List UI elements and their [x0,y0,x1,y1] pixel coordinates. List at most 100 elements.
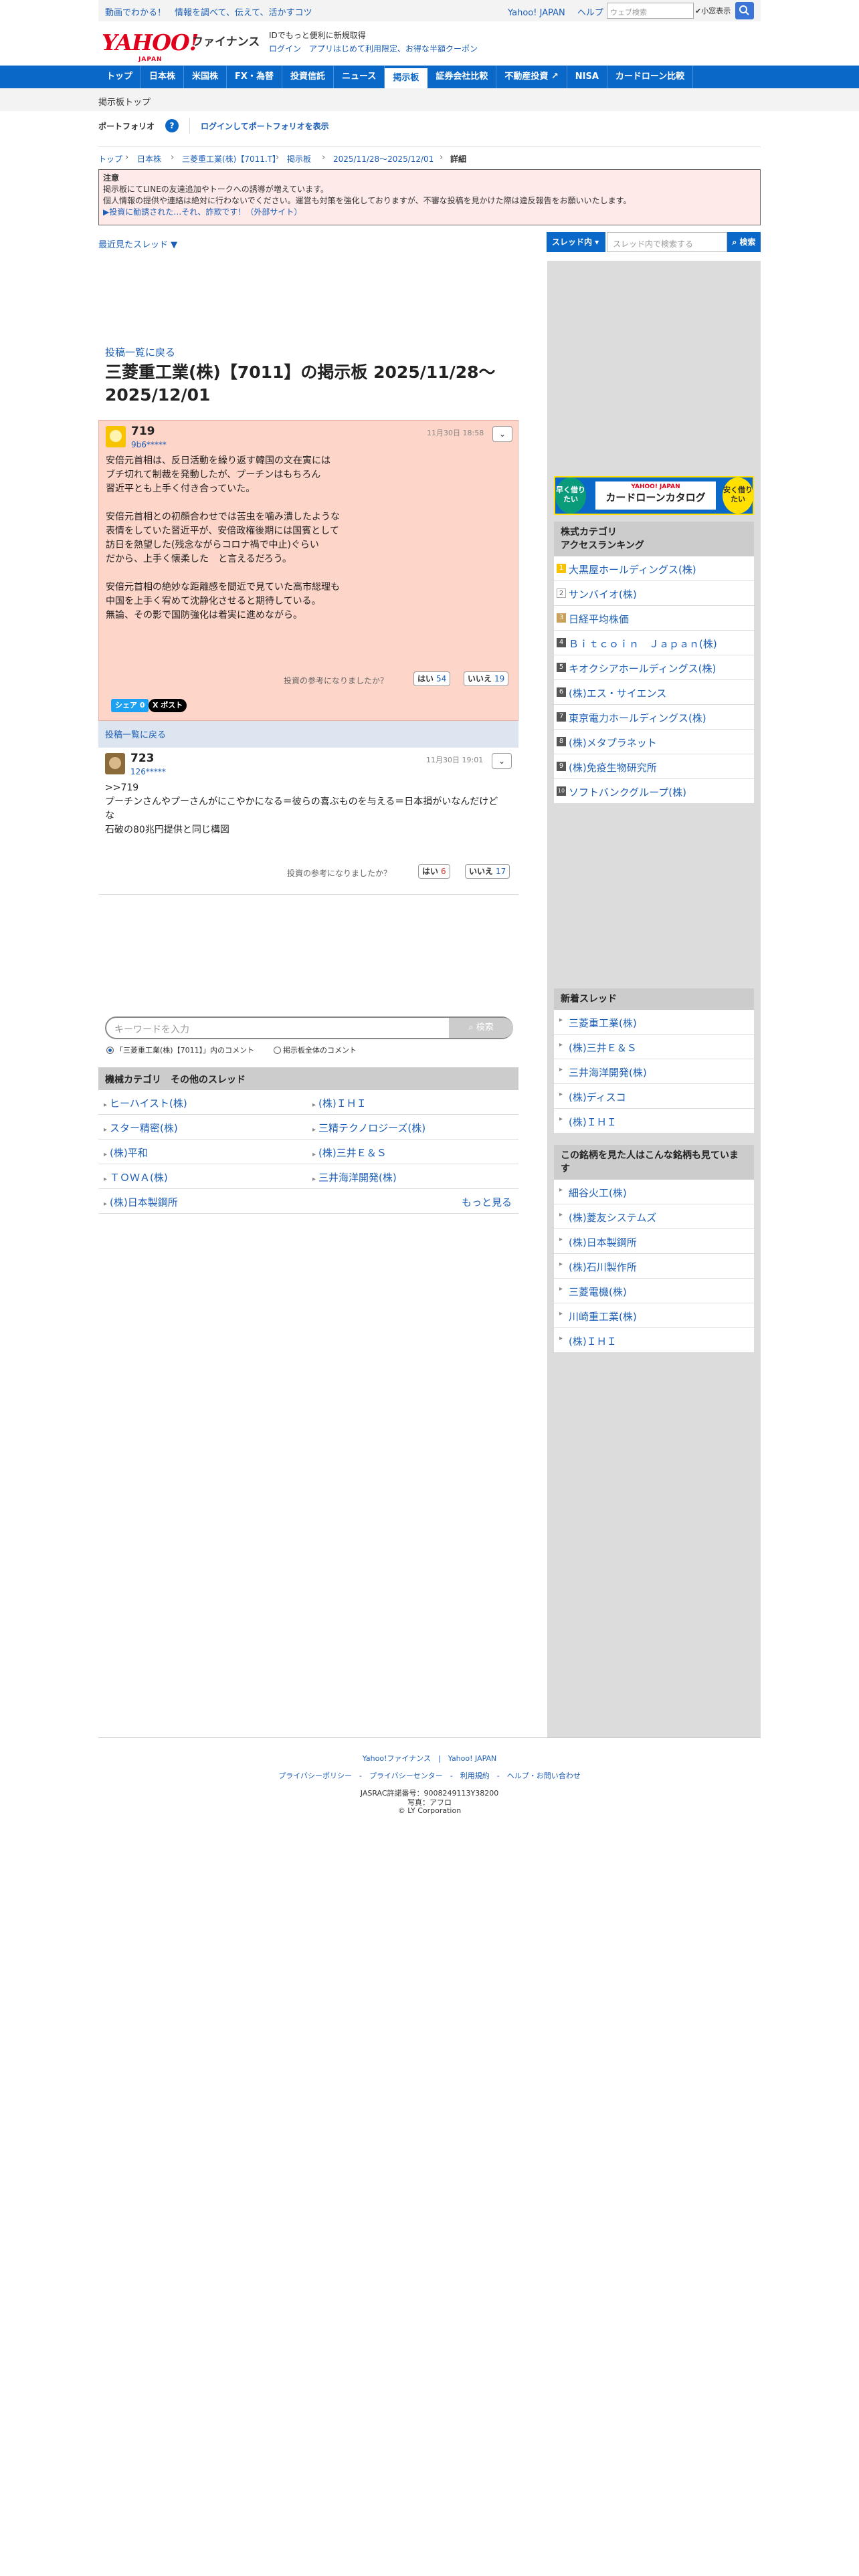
nav-item-nisa[interactable]: NISA [567,66,607,88]
thread-link[interactable]: ▸ (株)三井Ｅ＆Ｓ [554,1035,754,1059]
search-scope-select[interactable]: スレッド内 ▾ [547,232,605,252]
thread-link[interactable]: (株)三井Ｅ＆Ｓ [312,1146,387,1160]
arrow-right-icon: ▸ [559,1285,563,1293]
comment-user[interactable]: 126***** [130,765,166,779]
ranking-item[interactable]: 4 Ｂｉｔｃｏｉｎ Ｊａｐａｎ(株) [554,631,754,655]
radio-in-stock[interactable]: 「三菱重工業(株)【7011】」内のコメント [106,1045,254,1055]
nav-item-us-stocks[interactable]: 米国株 [184,66,227,88]
thread-link[interactable]: ▸ (株)ディスコ [554,1084,754,1109]
arrow-right-icon: ▸ [559,1186,563,1194]
site-footer: Yahoo!ファイナンス | Yahoo! JAPAN プライバシーポリシー -… [98,1737,761,1824]
stock-link[interactable]: ▸ (株)菱友システムズ [554,1204,754,1229]
ranking-item[interactable]: 9 (株)免疫生物研究所 [554,754,754,779]
stock-link[interactable]: ▸ 細谷火工(株) [554,1180,754,1204]
web-search-input[interactable]: ウェブ検索 [607,3,694,19]
ranking-item[interactable]: 7 東京電力ホールディングス(株) [554,705,754,730]
comment-body: 安倍元首相は、反日活動を繰り返す韓国の文在寅には ブチ切れて制裁を発動したが、プ… [106,455,340,621]
comment-number[interactable]: 719 [131,425,155,439]
cardloan-banner[interactable]: 早く借りたい YAHOO! JAPAN カードローンカタログ 安く借りたい [554,476,754,515]
ranking-item[interactable]: 10 ソフトバンクグループ(株) [554,779,754,804]
recent-threads-dropdown[interactable]: 最近見たスレッド ▼ [98,237,177,250]
nav-item-jp-stocks[interactable]: 日本株 [141,66,185,88]
facebook-share-button[interactable]: シェア 0 [111,699,149,712]
chevron-down-icon[interactable]: ⌄ [492,753,512,769]
stock-link[interactable]: ▸ (株)石川製作所 [554,1254,754,1279]
fraud-warning-link[interactable]: ▶投資に勧誘された…それ、詐欺です！（外部サイト） [103,207,302,217]
ranking-item[interactable]: 2 サンバイオ(株) [554,581,754,606]
thread-link[interactable]: (株)平和 [104,1146,148,1160]
more-link[interactable]: もっと見る [462,1195,512,1209]
yahoo-logo-sub: JAPAN [138,56,163,63]
signup-message[interactable]: IDでもっと便利に新規取得 [269,29,366,41]
nav-item-brokers[interactable]: 証券会社比較 [427,66,497,88]
nav-item-realestate[interactable]: 不動産投資 ↗ [496,66,567,88]
stock-link[interactable]: ▸ 川崎重工業(株) [554,1303,754,1328]
thread-link[interactable]: スター精密(株) [104,1121,178,1135]
breadcrumb-period[interactable]: 2025/11/28〜2025/12/01 [333,153,434,165]
footer-policy-links[interactable]: プライバシーポリシー - プライバシーセンター - 利用規約 - ヘルプ・お問い… [98,1770,761,1781]
radio-all-boards[interactable]: 掲示板全体のコメント [274,1045,357,1055]
nav-item-funds[interactable]: 投資信託 [282,66,334,88]
search-icon: ⌕ [732,237,740,247]
thread-link[interactable]: ＴＯＷＡ(株) [104,1170,168,1184]
yahoo-logo[interactable]: YAHOO! [102,29,199,56]
finance-label[interactable]: ファイナンス [192,32,260,49]
breadcrumb-stock[interactable]: 三菱重工業(株)【7011.T】 [182,153,280,165]
nav-item-board[interactable]: 掲示板 [385,68,428,88]
help-link[interactable]: ヘルプ [577,8,603,18]
ranking-item[interactable]: 1 大黒屋ホールディングス(株) [554,556,754,581]
comment-body: >>719 プーチンさんやプーさんがにこやかになる＝彼らの喜ぶものを与える＝日本… [105,782,498,835]
vote-no-button[interactable]: いいえ 19 [464,671,509,686]
comment-user[interactable]: 9b6***** [131,438,167,452]
thread-link[interactable]: 三井海洋開発(株) [312,1170,397,1184]
comment-number[interactable]: 723 [130,752,155,766]
x-post-button[interactable]: X ポスト [149,699,187,712]
notice-title: 注意 [103,173,120,183]
thread-search-input[interactable]: スレッド内で検索する [607,232,727,252]
ranking-item[interactable]: 5 キオクシアホールディングス(株) [554,655,754,680]
thread-link[interactable]: ▸ (株)ＩＨＩ [554,1109,754,1134]
avatar [106,426,126,447]
banner-center: YAHOO! JAPAN カードローンカタログ [595,481,716,510]
vote-yes-button[interactable]: はい 6 [418,864,450,879]
radio-checked-icon [106,1047,114,1054]
stock-link[interactable]: ▸ (株)ＩＨＩ [554,1328,754,1353]
back-to-list-link[interactable]: 投稿一覧に戻る [105,345,175,359]
breadcrumb-top[interactable]: トップ [98,153,122,165]
portfolio-login-link[interactable]: ログインしてポートフォリオを表示 [201,120,329,132]
vote-yes-button[interactable]: はい 54 [413,671,451,686]
thread-search-button[interactable]: ⌕ 検索 [727,232,761,252]
back-to-list-bar: 投稿一覧に戻る [98,721,518,748]
breadcrumb-jp-stocks[interactable]: 日本株 [137,153,161,165]
yahoo-japan-link[interactable]: Yahoo! JAPAN [508,8,565,18]
nav-item-cardloan[interactable]: カードローン比較 [607,66,694,88]
ranking-item[interactable]: 6 (株)エス・サイエンス [554,680,754,705]
thread-link[interactable]: ▸ 三菱重工業(株) [554,1010,754,1035]
thread-link[interactable]: (株)日本製鋼所 [104,1195,178,1209]
stock-link[interactable]: ▸ (株)日本製鋼所 [554,1229,754,1254]
board-top-link[interactable]: 掲示板トップ [98,95,151,108]
thread-link[interactable]: ヒーハイスト(株) [104,1096,187,1110]
keyword-input[interactable]: キーワードを入力 [114,1023,189,1036]
breadcrumb-board[interactable]: 掲示板 [287,153,311,165]
vote-no-button[interactable]: いいえ 17 [465,864,510,879]
help-icon[interactable]: ? [165,119,179,132]
web-search-button[interactable] [735,2,754,19]
arrow-right-icon: ▸ [559,1066,563,1073]
thread-link[interactable]: ▸ 三井海洋開発(株) [554,1059,754,1084]
footer-links[interactable]: Yahoo!ファイナンス | Yahoo! JAPAN [98,1753,761,1763]
nav-item-fx[interactable]: FX・為替 [227,66,282,88]
chevron-down-icon[interactable]: ⌄ [492,426,512,442]
dict-toggle[interactable]: ✔小窓表示 [695,5,731,16]
ranking-item[interactable]: 8 (株)メタプラネット [554,730,754,754]
stock-link[interactable]: ▸ 三菱電機(株) [554,1279,754,1303]
login-message[interactable]: ログイン アプリはじめて利用限定、お得な半額クーポン [269,43,478,54]
nav-item-top[interactable]: トップ [98,66,142,88]
nav-item-news[interactable]: ニュース [334,66,385,88]
thread-link[interactable]: 三精テクノロジーズ(株) [312,1121,425,1135]
promo-link[interactable]: 動画でわかる！ 情報を調べて、伝えて、活かすコツ [105,5,312,18]
ranking-item[interactable]: 3 日経平均株価 [554,606,754,631]
keyword-search-button[interactable]: ⌕ 検索 [449,1018,513,1038]
back-to-list-link[interactable]: 投稿一覧に戻る [105,730,166,740]
thread-link[interactable]: (株)ＩＨＩ [312,1096,367,1110]
